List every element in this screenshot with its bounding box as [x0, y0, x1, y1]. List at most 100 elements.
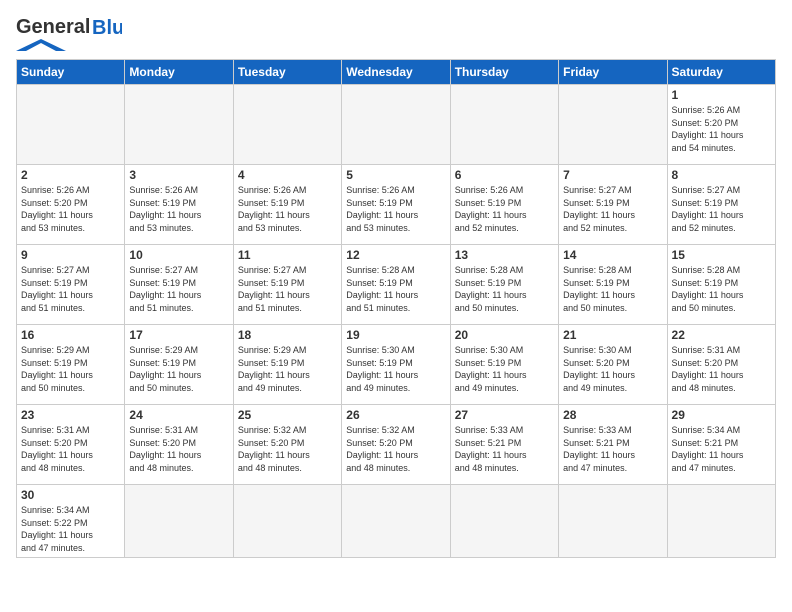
table-row: 12 Sunrise: 5:28 AM Sunset: 5:19 PM Dayli… — [342, 245, 450, 325]
day-info: Sunrise: 5:28 AM Sunset: 5:19 PM Dayligh… — [672, 264, 771, 314]
table-row: 30 Sunrise: 5:34 AM Sunset: 5:22 PM Dayli… — [17, 485, 125, 558]
day-info: Sunrise: 5:29 AM Sunset: 5:19 PM Dayligh… — [238, 344, 337, 394]
day-info: Sunrise: 5:26 AM Sunset: 5:20 PM Dayligh… — [672, 104, 771, 154]
day-info: Sunrise: 5:27 AM Sunset: 5:19 PM Dayligh… — [21, 264, 120, 314]
day-number: 19 — [346, 328, 445, 342]
day-number: 15 — [672, 248, 771, 262]
table-row: 8Sunrise: 5:27 AM Sunset: 5:19 PM Daylig… — [667, 165, 775, 245]
table-row: 22 Sunrise: 5:31 AM Sunset: 5:20 PM Dayli… — [667, 325, 775, 405]
table-row — [233, 485, 341, 558]
col-sunday: Sunday — [17, 60, 125, 85]
day-info: Sunrise: 5:33 AM Sunset: 5:21 PM Dayligh… — [455, 424, 554, 474]
day-number: 13 — [455, 248, 554, 262]
table-row: 24 Sunrise: 5:31 AM Sunset: 5:20 PM Dayli… — [125, 405, 233, 485]
day-info: Sunrise: 5:34 AM Sunset: 5:21 PM Dayligh… — [672, 424, 771, 474]
day-number: 29 — [672, 408, 771, 422]
day-info: Sunrise: 5:30 AM Sunset: 5:20 PM Dayligh… — [563, 344, 662, 394]
table-row: 17Sunrise: 5:29 AM Sunset: 5:19 PM Dayli… — [125, 325, 233, 405]
col-friday: Friday — [559, 60, 667, 85]
day-number: 20 — [455, 328, 554, 342]
page: General Blue Sunday Monday Tuesday Wedne… — [0, 0, 792, 566]
day-info: Sunrise: 5:27 AM Sunset: 5:19 PM Dayligh… — [129, 264, 228, 314]
table-row: 5 Sunrise: 5:26 AM Sunset: 5:19 PM Daylig… — [342, 165, 450, 245]
table-row — [125, 85, 233, 165]
day-number: 1 — [672, 88, 771, 102]
table-row: 10 Sunrise: 5:27 AM Sunset: 5:19 PM Dayli… — [125, 245, 233, 325]
day-number: 11 — [238, 248, 337, 262]
day-info: Sunrise: 5:30 AM Sunset: 5:19 PM Dayligh… — [346, 344, 445, 394]
logo-general-text: General — [16, 16, 90, 39]
day-number: 10 — [129, 248, 228, 262]
logo-arrow-icon — [16, 39, 66, 51]
day-number: 14 — [563, 248, 662, 262]
day-info: Sunrise: 5:26 AM Sunset: 5:19 PM Dayligh… — [129, 184, 228, 234]
table-row — [342, 85, 450, 165]
day-info: Sunrise: 5:26 AM Sunset: 5:19 PM Dayligh… — [238, 184, 337, 234]
day-info: Sunrise: 5:27 AM Sunset: 5:19 PM Dayligh… — [238, 264, 337, 314]
day-number: 6 — [455, 168, 554, 182]
day-info: Sunrise: 5:26 AM Sunset: 5:20 PM Dayligh… — [21, 184, 120, 234]
table-row: 14 Sunrise: 5:28 AM Sunset: 5:19 PM Dayli… — [559, 245, 667, 325]
day-number: 12 — [346, 248, 445, 262]
day-number: 3 — [129, 168, 228, 182]
table-row — [667, 485, 775, 558]
day-number: 30 — [21, 488, 120, 502]
day-number: 23 — [21, 408, 120, 422]
day-number: 24 — [129, 408, 228, 422]
col-tuesday: Tuesday — [233, 60, 341, 85]
day-number: 8 — [672, 168, 771, 182]
col-monday: Monday — [125, 60, 233, 85]
table-row: 26 Sunrise: 5:32 AM Sunset: 5:20 PM Dayli… — [342, 405, 450, 485]
day-number: 2 — [21, 168, 120, 182]
table-row — [559, 85, 667, 165]
table-row: 18Sunrise: 5:29 AM Sunset: 5:19 PM Dayli… — [233, 325, 341, 405]
day-number: 22 — [672, 328, 771, 342]
table-row: 28Sunrise: 5:33 AM Sunset: 5:21 PM Dayli… — [559, 405, 667, 485]
day-number: 9 — [21, 248, 120, 262]
table-row: 9 Sunrise: 5:27 AM Sunset: 5:19 PM Daylig… — [17, 245, 125, 325]
day-number: 26 — [346, 408, 445, 422]
day-info: Sunrise: 5:32 AM Sunset: 5:20 PM Dayligh… — [238, 424, 337, 474]
table-row: 23 Sunrise: 5:31 AM Sunset: 5:20 PM Dayli… — [17, 405, 125, 485]
table-row: 27 Sunrise: 5:33 AM Sunset: 5:21 PM Dayli… — [450, 405, 558, 485]
table-row: 21 Sunrise: 5:30 AM Sunset: 5:20 PM Dayli… — [559, 325, 667, 405]
day-info: Sunrise: 5:31 AM Sunset: 5:20 PM Dayligh… — [21, 424, 120, 474]
day-number: 17 — [129, 328, 228, 342]
table-row: 13 Sunrise: 5:28 AM Sunset: 5:19 PM Dayli… — [450, 245, 558, 325]
table-row: 1 Sunrise: 5:26 AM Sunset: 5:20 PM Daylig… — [667, 85, 775, 165]
day-info: Sunrise: 5:28 AM Sunset: 5:19 PM Dayligh… — [455, 264, 554, 314]
day-info: Sunrise: 5:31 AM Sunset: 5:20 PM Dayligh… — [672, 344, 771, 394]
table-row: 25Sunrise: 5:32 AM Sunset: 5:20 PM Dayli… — [233, 405, 341, 485]
day-number: 21 — [563, 328, 662, 342]
col-wednesday: Wednesday — [342, 60, 450, 85]
table-row — [233, 85, 341, 165]
day-info: Sunrise: 5:28 AM Sunset: 5:19 PM Dayligh… — [346, 264, 445, 314]
table-row — [342, 485, 450, 558]
day-info: Sunrise: 5:26 AM Sunset: 5:19 PM Dayligh… — [346, 184, 445, 234]
table-row: 19 Sunrise: 5:30 AM Sunset: 5:19 PM Dayli… — [342, 325, 450, 405]
table-row: 16 Sunrise: 5:29 AM Sunset: 5:19 PM Dayli… — [17, 325, 125, 405]
table-row — [559, 485, 667, 558]
day-number: 27 — [455, 408, 554, 422]
table-row: 4 Sunrise: 5:26 AM Sunset: 5:19 PM Daylig… — [233, 165, 341, 245]
day-number: 7 — [563, 168, 662, 182]
day-info: Sunrise: 5:31 AM Sunset: 5:20 PM Dayligh… — [129, 424, 228, 474]
day-info: Sunrise: 5:27 AM Sunset: 5:19 PM Dayligh… — [563, 184, 662, 234]
table-row: 29 Sunrise: 5:34 AM Sunset: 5:21 PM Dayli… — [667, 405, 775, 485]
table-row: 15 Sunrise: 5:28 AM Sunset: 5:19 PM Dayli… — [667, 245, 775, 325]
day-info: Sunrise: 5:34 AM Sunset: 5:22 PM Dayligh… — [21, 504, 120, 554]
table-row: 3 Sunrise: 5:26 AM Sunset: 5:19 PM Daylig… — [125, 165, 233, 245]
day-info: Sunrise: 5:30 AM Sunset: 5:19 PM Dayligh… — [455, 344, 554, 394]
calendar-header-row: Sunday Monday Tuesday Wednesday Thursday… — [17, 60, 776, 85]
day-number: 5 — [346, 168, 445, 182]
table-row — [17, 85, 125, 165]
logo-blue-icon: Blue — [92, 18, 122, 38]
table-row: 7 Sunrise: 5:27 AM Sunset: 5:19 PM Daylig… — [559, 165, 667, 245]
day-info: Sunrise: 5:32 AM Sunset: 5:20 PM Dayligh… — [346, 424, 445, 474]
day-number: 4 — [238, 168, 337, 182]
day-info: Sunrise: 5:28 AM Sunset: 5:19 PM Dayligh… — [563, 264, 662, 314]
table-row: 20 Sunrise: 5:30 AM Sunset: 5:19 PM Dayli… — [450, 325, 558, 405]
table-row — [125, 485, 233, 558]
day-number: 16 — [21, 328, 120, 342]
day-info: Sunrise: 5:29 AM Sunset: 5:19 PM Dayligh… — [21, 344, 120, 394]
